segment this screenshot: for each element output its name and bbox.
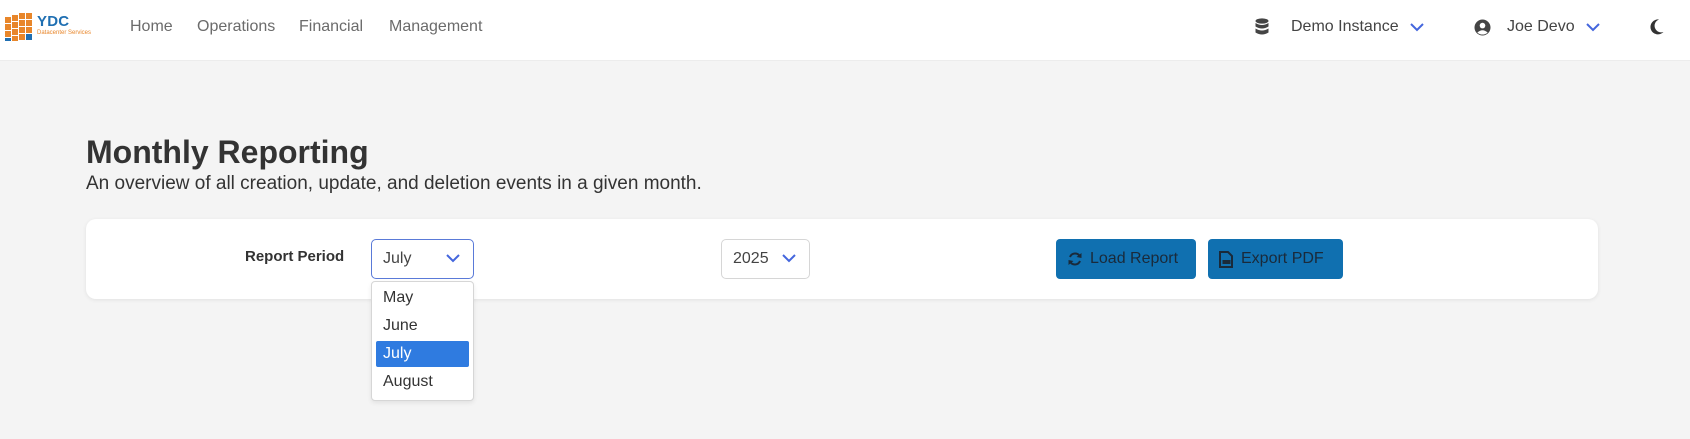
report-period-label: Report Period [245,248,345,265]
year-select-value: 2025 [733,250,769,267]
pdf-file-icon [1219,250,1233,268]
top-navbar: YDC Datacenter Services Home Operations … [0,0,1690,61]
instance-label: Demo Instance [1291,18,1399,35]
load-report-button[interactable]: Load Report [1056,239,1196,279]
month-option-august[interactable]: August [376,369,469,395]
month-option-july[interactable]: July [376,341,469,367]
ydc-logo-mark-icon [5,13,32,41]
instance-selector[interactable]: Demo Instance [1255,14,1425,40]
user-circle-icon [1474,19,1491,35]
brand-name: YDC [37,13,70,30]
ydc-logo[interactable]: YDC Datacenter Services [5,13,100,41]
moon-icon [1650,19,1664,35]
nav-operations[interactable]: Operations [197,17,275,37]
nav-management[interactable]: Management [389,17,482,37]
chevron-down-icon [1409,23,1424,32]
chevron-down-icon [782,254,796,263]
export-pdf-button[interactable]: Export PDF [1208,239,1343,279]
month-select-value: July [383,250,412,267]
export-pdf-label: Export PDF [1241,250,1324,267]
theme-toggle-button[interactable] [1649,18,1667,38]
database-icon [1255,18,1269,35]
brand-tagline: Datacenter Services [37,30,92,36]
page-title: Monthly Reporting [86,134,369,170]
user-name: Joe Devo [1507,18,1575,35]
nav-financial[interactable]: Financial [299,17,363,37]
month-option-may[interactable]: May [376,285,469,311]
chevron-down-icon [446,254,460,263]
month-dropdown-list: May June July August [371,281,474,401]
load-report-label: Load Report [1090,250,1179,267]
nav-home[interactable]: Home [130,17,173,37]
month-option-june[interactable]: June [376,313,469,339]
page-subtitle: An overview of all creation, update, and… [86,173,702,194]
user-menu[interactable]: Joe Devo [1474,14,1601,40]
refresh-icon [1068,252,1082,266]
chevron-down-icon [1585,23,1600,32]
month-select[interactable]: July [371,239,474,279]
year-select[interactable]: 2025 [721,239,810,279]
